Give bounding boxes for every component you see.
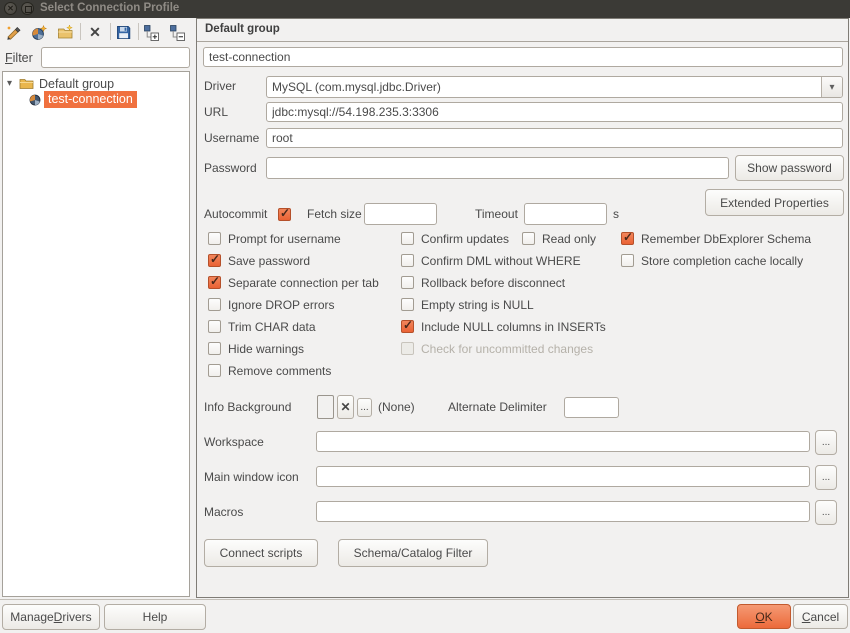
- profile-icon: [29, 94, 41, 106]
- panel-group-header: Default group: [205, 23, 280, 35]
- window-close-button[interactable]: ✕: [4, 2, 17, 15]
- driver-label: Driver: [204, 79, 236, 94]
- password-label: Password: [204, 161, 257, 176]
- chevron-down-icon[interactable]: ▾: [821, 77, 842, 97]
- checkbox-remember-dbexplorer-schema[interactable]: Remember DbExplorer Schema: [621, 231, 811, 246]
- collapse-all-icon: [169, 24, 186, 41]
- username-input[interactable]: [266, 128, 843, 148]
- expand-all-icon: [143, 24, 160, 41]
- schema-catalog-filter-button[interactable]: Schema/Catalog Filter: [338, 539, 488, 567]
- show-password-button[interactable]: Show password: [735, 155, 844, 181]
- alternate-delimiter-label: Alternate Delimiter: [448, 400, 547, 415]
- ok-button[interactable]: OK: [737, 604, 791, 629]
- toolbar-separator: [110, 23, 111, 40]
- checkbox-remove-comments[interactable]: Remove comments: [208, 363, 331, 378]
- tree-item-default-group[interactable]: ▾ Default group: [7, 75, 114, 92]
- checkbox-confirm-updates[interactable]: Confirm updates: [401, 231, 509, 246]
- url-label: URL: [204, 105, 228, 120]
- timeout-label: Timeout: [475, 207, 518, 222]
- window-title: Select Connection Profile: [40, 2, 179, 14]
- fetch-size-label: Fetch size: [307, 207, 362, 222]
- autocommit-label: Autocommit: [204, 207, 267, 222]
- collapse-tree-button[interactable]: [166, 21, 188, 43]
- filter-label: Filter: [5, 51, 33, 66]
- save-profiles-button[interactable]: [112, 21, 134, 43]
- main-window-icon-label: Main window icon: [204, 470, 299, 485]
- workspace-input[interactable]: [316, 431, 810, 452]
- info-background-swatch[interactable]: [317, 395, 334, 419]
- window-maximize-button[interactable]: [21, 2, 34, 15]
- select-connection-profile-dialog: ✕ Select Connection Profile ✕: [0, 0, 850, 633]
- delete-icon: ✕: [89, 24, 101, 41]
- toolbar-separator: [138, 23, 139, 40]
- checkbox-save-password[interactable]: Save password: [208, 253, 310, 268]
- checkbox-read-only[interactable]: Read only: [522, 231, 596, 246]
- new-profile-button[interactable]: [2, 21, 24, 43]
- profile-editor-panel: Default group Driver MySQL (com.mysql.jd…: [196, 18, 849, 598]
- copy-profile-icon: [31, 24, 48, 41]
- workspace-browse-button[interactable]: ...: [815, 430, 837, 455]
- main-window-icon-input[interactable]: [316, 466, 810, 487]
- cancel-button[interactable]: Cancel: [793, 604, 848, 629]
- workspace-label: Workspace: [204, 435, 264, 450]
- checkbox-trim-char-data[interactable]: Trim CHAR data: [208, 319, 316, 334]
- close-icon: ✕: [7, 4, 14, 13]
- checkbox-separate-connection-per-tab[interactable]: Separate connection per tab: [208, 275, 379, 290]
- profile-name-input[interactable]: [203, 47, 843, 67]
- footer-divider: [0, 599, 850, 600]
- autocommit-checkbox[interactable]: [278, 207, 291, 222]
- checkbox-include-null-columns-in-inserts[interactable]: Include NULL columns in INSERTs: [401, 319, 606, 334]
- connect-scripts-button[interactable]: Connect scripts: [204, 539, 318, 567]
- header-divider: [197, 41, 848, 42]
- info-background-pick-button[interactable]: ...: [357, 398, 372, 417]
- copy-profile-button[interactable]: [28, 21, 50, 43]
- checkbox-hide-warnings[interactable]: Hide warnings: [208, 341, 304, 356]
- info-background-clear-button[interactable]: ✕: [337, 395, 354, 419]
- url-input[interactable]: [266, 102, 843, 122]
- info-background-value: (None): [378, 400, 415, 415]
- checkbox-empty-string-is-null[interactable]: Empty string is NULL: [401, 297, 534, 312]
- password-input[interactable]: [266, 157, 729, 179]
- driver-value: MySQL (com.mysql.jdbc.Driver): [267, 80, 821, 94]
- checkbox-check-for-uncommitted-changes: Check for uncommitted changes: [401, 341, 593, 356]
- alternate-delimiter-input[interactable]: [564, 397, 619, 418]
- timeout-unit-label: s: [613, 207, 619, 222]
- checkbox-store-completion-cache-locally[interactable]: Store completion cache locally: [621, 253, 803, 268]
- info-background-label: Info Background: [204, 400, 291, 415]
- help-button[interactable]: Help: [104, 604, 206, 630]
- tree-item-test-connection[interactable]: test-connection: [29, 91, 137, 108]
- tree-profile-label-selected: test-connection: [44, 91, 137, 108]
- folder-icon: [19, 77, 34, 90]
- checkbox-rollback-before-disconnect[interactable]: Rollback before disconnect: [401, 275, 565, 290]
- manage-drivers-button[interactable]: Manage Drivers: [2, 604, 100, 630]
- tree-expander-icon[interactable]: ▾: [7, 78, 19, 89]
- checkbox-prompt-for-username[interactable]: Prompt for username: [208, 231, 341, 246]
- filter-input[interactable]: [41, 47, 190, 68]
- macros-label: Macros: [204, 505, 243, 520]
- new-folder-icon: [57, 24, 74, 41]
- macros-browse-button[interactable]: ...: [815, 500, 837, 525]
- clear-color-icon: ✕: [340, 400, 350, 414]
- save-icon: [115, 24, 132, 41]
- tree-group-label: Default group: [39, 77, 114, 91]
- expand-tree-button[interactable]: [140, 21, 162, 43]
- username-label: Username: [204, 131, 259, 146]
- checkbox-confirm-dml-without-where[interactable]: Confirm DML without WHERE: [401, 253, 581, 268]
- delete-profile-button[interactable]: ✕: [84, 21, 106, 43]
- macros-input[interactable]: [316, 501, 810, 522]
- checkbox-ignore-drop-errors[interactable]: Ignore DROP errors: [208, 297, 334, 312]
- new-profile-icon: [5, 24, 22, 41]
- main-window-icon-browse-button[interactable]: ...: [815, 465, 837, 490]
- toolbar-separator: [80, 23, 81, 40]
- new-group-button[interactable]: [54, 21, 76, 43]
- timeout-input[interactable]: [524, 203, 607, 225]
- titlebar: ✕ Select Connection Profile: [0, 0, 850, 18]
- fetch-size-input[interactable]: [364, 203, 437, 225]
- driver-combobox[interactable]: MySQL (com.mysql.jdbc.Driver) ▾: [266, 76, 843, 98]
- profile-tree: ▾ Default group test-connection: [2, 71, 190, 597]
- extended-properties-button[interactable]: Extended Properties: [705, 189, 844, 216]
